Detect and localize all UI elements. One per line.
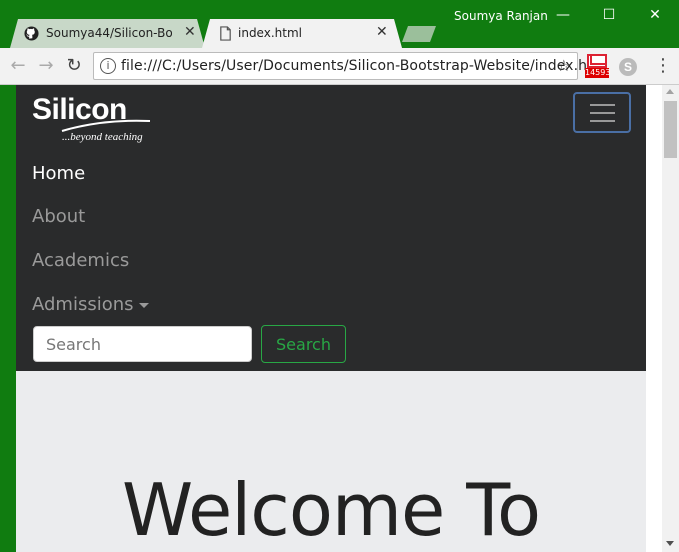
bookmark-star-icon[interactable]: ☆: [557, 56, 571, 75]
document-icon: [218, 26, 233, 41]
nav-link-admissions: Admissions: [32, 294, 134, 315]
skype-extension-icon[interactable]: S: [619, 58, 637, 76]
tab-label: Soumya44/Silicon-Bootst: [46, 26, 172, 40]
close-window-button[interactable]: ✕: [632, 0, 678, 30]
address-bar[interactable]: i file:///C:/Users/User/Documents/Silico…: [93, 52, 601, 80]
caret-down-icon: [138, 302, 149, 308]
hamburger-icon-bar: [590, 104, 615, 106]
search-button[interactable]: Search: [261, 325, 346, 363]
nav-dropdown-admissions[interactable]: Admissions: [32, 294, 149, 315]
page-viewport: Silicon ...beyond teaching Home About Ac…: [16, 85, 646, 552]
info-icon[interactable]: i: [100, 58, 116, 74]
search-input[interactable]: [33, 326, 252, 362]
hamburger-icon-bar: [590, 112, 615, 114]
scrollbar-thumb[interactable]: [664, 101, 677, 158]
browser-title-bar: Soumya44/Silicon-Bootst ✕ index.html ✕ S…: [0, 0, 679, 48]
scroll-down-arrow-icon[interactable]: [666, 541, 674, 546]
unread-count-badge: 14593: [585, 68, 611, 78]
brand-tagline: ...beyond teaching: [62, 131, 143, 143]
forward-button[interactable]: →: [35, 56, 57, 78]
page-margin: [646, 85, 662, 552]
tab-index-html[interactable]: index.html ✕: [202, 19, 402, 48]
url-text[interactable]: file:///C:/Users/User/Documents/Silicon-…: [121, 58, 601, 74]
nav-link-about[interactable]: About: [32, 206, 85, 227]
new-tab-button[interactable]: [402, 26, 436, 42]
minimize-button[interactable]: —: [540, 0, 586, 30]
vertical-scrollbar[interactable]: [662, 85, 679, 552]
site-navbar: Silicon ...beyond teaching Home About Ac…: [16, 85, 646, 371]
maximize-button[interactable]: ☐: [586, 0, 632, 30]
back-button[interactable]: ←: [7, 56, 29, 78]
profile-name[interactable]: Soumya Ranjan: [454, 9, 548, 23]
tab-label: index.html: [238, 26, 302, 40]
gmail-icon: [587, 54, 607, 68]
scroll-up-arrow-icon[interactable]: [666, 89, 674, 94]
reload-button[interactable]: ↻: [63, 56, 85, 78]
hero-heading: Welcome To: [121, 468, 541, 552]
tab-close-icon[interactable]: ✕: [184, 24, 196, 40]
navbar-toggler-button[interactable]: [573, 92, 631, 133]
hamburger-icon-bar: [590, 120, 615, 122]
browser-menu-icon[interactable]: ⋮: [654, 55, 672, 77]
github-icon: [24, 26, 39, 41]
nav-link-academics[interactable]: Academics: [32, 250, 129, 271]
tab-close-icon[interactable]: ✕: [376, 24, 388, 40]
tab-github[interactable]: Soumya44/Silicon-Bootst ✕: [10, 19, 205, 48]
nav-link-home[interactable]: Home: [32, 163, 85, 184]
gmail-extension-icon[interactable]: 14593: [585, 54, 611, 80]
browser-toolbar: ← → ↻ i file:///C:/Users/User/Documents/…: [0, 48, 679, 85]
site-logo[interactable]: Silicon ...beyond teaching: [32, 93, 157, 151]
